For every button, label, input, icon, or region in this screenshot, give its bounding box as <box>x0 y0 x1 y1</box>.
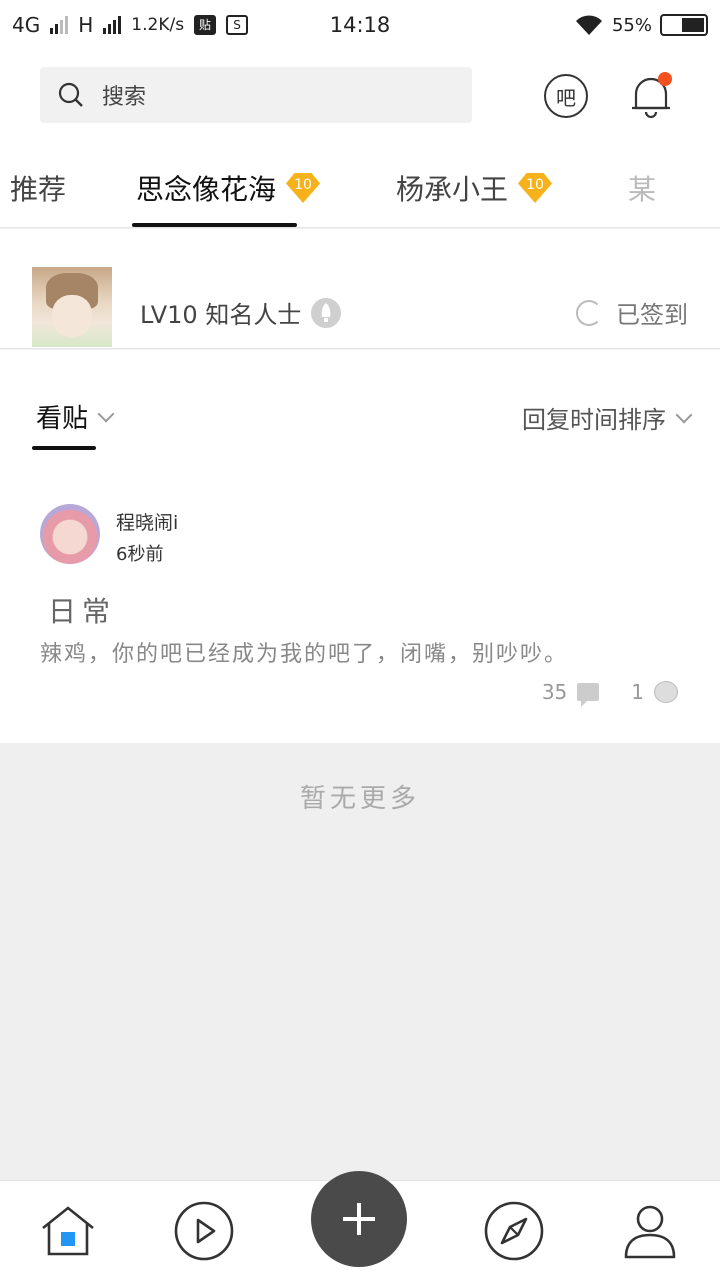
tab-label: 杨承小王 <box>396 173 509 206</box>
post-time: 6秒前 <box>116 544 164 565</box>
tab-yangchengxiaowang[interactable]: 杨承小王 10 <box>396 168 553 208</box>
tab-more[interactable]: 某 <box>628 168 656 208</box>
battery-icon <box>660 14 708 36</box>
nav-home[interactable] <box>38 1201 98 1261</box>
post-title[interactable]: 日常 <box>48 590 116 630</box>
search-bar[interactable]: 搜索 <box>40 67 472 123</box>
bottom-nav <box>0 1171 720 1280</box>
network-label: 4G <box>12 13 41 37</box>
level-badge: 10 <box>518 173 553 203</box>
tab-recommend[interactable]: 推荐 <box>10 168 66 208</box>
top-header: 搜索 吧 <box>0 50 720 140</box>
signed-icon <box>576 299 602 326</box>
view-posts-label: 看贴 <box>36 404 89 434</box>
tab-sinianxianghuahai[interactable]: 思念像花海 10 <box>136 168 321 208</box>
rocket-icon <box>311 297 342 328</box>
chevron-down-icon <box>97 405 115 422</box>
level-badge: 10 <box>286 173 321 203</box>
forum-avatar[interactable] <box>32 267 112 347</box>
comment-icon[interactable] <box>577 683 600 707</box>
post-feed: 看贴 回复时间排序 程晓闹i 6秒前 日常 辣鸡，你的吧已经成为我的吧了，闭嘴，… <box>0 350 720 743</box>
tab-label: 推荐 <box>10 173 67 206</box>
tab-label: 某 <box>628 173 657 206</box>
nav-profile[interactable] <box>620 1201 680 1261</box>
nav-video[interactable] <box>174 1201 234 1261</box>
profile-icon <box>624 1205 676 1259</box>
view-posts-dropdown[interactable]: 看贴 <box>36 398 115 435</box>
sort-order-dropdown[interactable]: 回复时间排序 <box>522 400 693 435</box>
sort-order-label: 回复时间排序 <box>522 406 666 434</box>
like-icon[interactable] <box>654 681 678 703</box>
screenshot-icon: S <box>226 15 249 35</box>
status-bar: 4G H 1.2K/s 贴 S 14:18 55% <box>0 0 720 50</box>
video-icon <box>174 1201 234 1261</box>
ba-button[interactable]: 吧 <box>544 74 588 118</box>
forum-level[interactable]: LV10 知名人士 <box>140 295 342 330</box>
add-icon <box>343 1203 375 1235</box>
signal2-icon <box>103 16 122 34</box>
avatar[interactable] <box>40 504 100 564</box>
nav-discover[interactable] <box>484 1201 544 1261</box>
search-icon <box>58 82 83 107</box>
like-count: 1 <box>631 680 644 704</box>
post-stats: 35 1 <box>541 680 678 707</box>
level-text: LV10 知名人士 <box>140 301 302 329</box>
signed-label: 已签到 <box>616 301 688 329</box>
wifi-icon <box>575 15 602 35</box>
post-body[interactable]: 辣鸡，你的吧已经成为我的吧了，闭嘴，别吵吵。 <box>40 636 568 668</box>
battery-percent: 55% <box>611 14 652 36</box>
notification-button[interactable] <box>628 72 674 120</box>
no-more-text: 暂无更多 <box>299 784 420 814</box>
sign-in-status[interactable]: 已签到 <box>576 295 688 330</box>
chevron-down-icon <box>675 406 693 423</box>
signal-icon <box>50 16 69 34</box>
tab-active-indicator <box>132 223 297 227</box>
sort-active-indicator <box>32 446 96 450</box>
discover-icon <box>484 1201 544 1261</box>
search-placeholder: 搜索 <box>102 85 147 110</box>
tab-label: 思念像花海 <box>136 173 277 206</box>
comment-count: 35 <box>541 680 568 704</box>
network2-label: H <box>78 13 94 37</box>
add-post-button[interactable] <box>311 1171 407 1267</box>
home-icon <box>42 1206 94 1256</box>
forum-tabs: 推荐 思念像花海 10 杨承小王 10 某 <box>0 140 720 228</box>
post-username[interactable]: 程晓闹i <box>116 508 178 535</box>
forum-info: LV10 知名人士 已签到 <box>0 229 720 349</box>
net-speed: 1.2K/s <box>131 15 185 35</box>
notification-dot <box>658 72 672 86</box>
tieba-notify-icon: 贴 <box>194 15 217 35</box>
